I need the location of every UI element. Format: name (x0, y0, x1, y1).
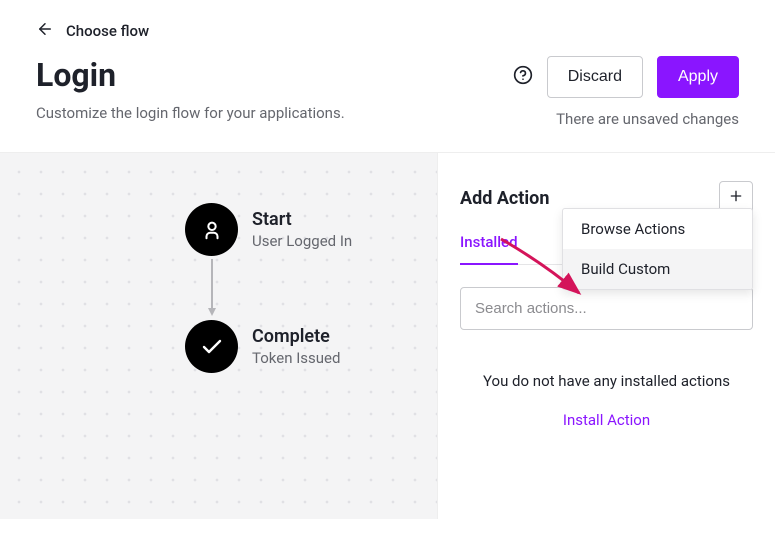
back-to-flows[interactable]: Choose flow (36, 20, 739, 42)
node-complete-subtitle: Token Issued (252, 349, 340, 367)
add-action-menu: Browse Actions Build Custom (562, 208, 753, 290)
menu-browse-actions[interactable]: Browse Actions (563, 209, 752, 249)
add-action-title: Add Action (460, 188, 549, 209)
check-icon (185, 320, 238, 373)
node-start-title: Start (252, 209, 352, 230)
empty-state-text: You do not have any installed actions (460, 370, 753, 393)
flow-connector (185, 256, 238, 320)
arrow-left-icon (36, 20, 54, 42)
node-start-subtitle: User Logged In (252, 232, 352, 250)
node-complete-title: Complete (252, 326, 340, 347)
help-icon[interactable] (513, 65, 533, 89)
page-subtitle: Customize the login flow for your applic… (36, 104, 345, 122)
plus-icon (728, 188, 744, 208)
menu-build-custom[interactable]: Build Custom (563, 249, 752, 289)
flow-node-start[interactable]: Start User Logged In (185, 203, 352, 256)
apply-button[interactable]: Apply (657, 56, 739, 98)
user-icon (185, 203, 238, 256)
back-label: Choose flow (66, 22, 149, 40)
tab-installed[interactable]: Installed (460, 233, 518, 265)
flow-canvas[interactable]: Start User Logged In Complete Token Issu… (0, 153, 437, 519)
flow-node-complete[interactable]: Complete Token Issued (185, 320, 340, 373)
unsaved-changes-label: There are unsaved changes (513, 110, 739, 128)
install-action-link[interactable]: Install Action (460, 411, 753, 429)
discard-button[interactable]: Discard (547, 56, 643, 98)
search-actions-input[interactable] (460, 287, 753, 330)
page-title: Login (36, 56, 345, 94)
